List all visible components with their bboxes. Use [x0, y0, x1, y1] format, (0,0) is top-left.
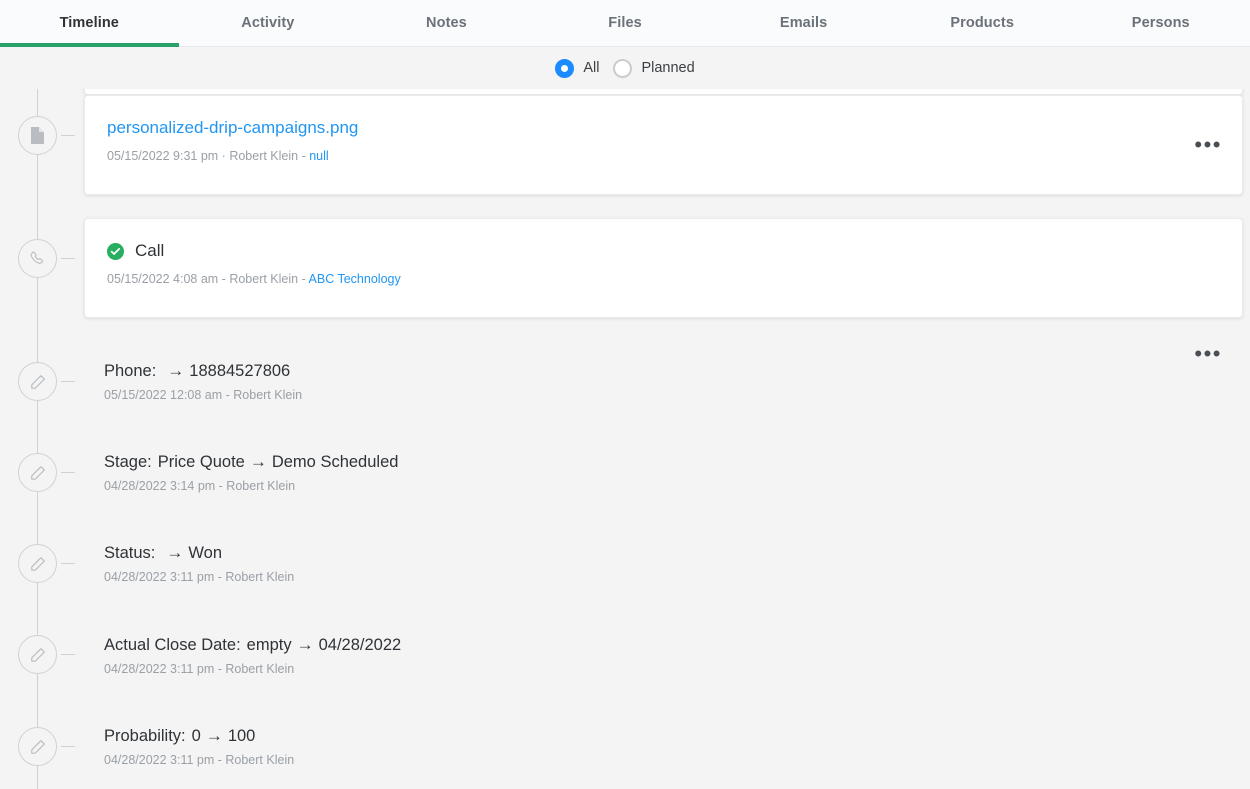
call-entry-link[interactable]: ABC Technology — [309, 272, 401, 286]
change-entry-probability[interactable]: Probability: 0 → 100 04/28/2022 3:11 pm - R… — [104, 726, 1243, 767]
file-entry-title[interactable]: personalized-drip-campaigns.png — [107, 118, 1218, 138]
change-from: Price Quote — [157, 453, 245, 471]
timeline-connector — [61, 472, 75, 473]
arrow-right-icon: → — [205, 726, 223, 745]
call-entry-user: Robert Klein — [229, 272, 299, 286]
change-to: 100 — [227, 727, 256, 745]
timeline-connector — [61, 563, 75, 564]
change-field: Actual Close Date: — [104, 636, 241, 654]
tab-persons[interactable]: Persons — [1071, 0, 1250, 46]
tab-label: Notes — [426, 15, 467, 31]
timeline-filter-bar: All Planned — [0, 47, 1250, 89]
change-meta: 04/28/2022 3:11 pm - Robert Klein — [104, 570, 295, 584]
change-meta: 05/15/2022 12:08 am - Robert Klein — [104, 388, 303, 402]
tab-label: Files — [608, 15, 642, 31]
change-meta: 04/28/2022 3:11 pm - Robert Klein — [104, 662, 295, 676]
phone-icon — [29, 250, 46, 267]
tab-label: Timeline — [59, 15, 119, 31]
change-to: Demo Scheduled — [271, 453, 399, 471]
arrow-right-icon: → — [166, 543, 184, 562]
change-to: 04/28/2022 — [318, 636, 402, 654]
timeline-connector — [61, 654, 75, 655]
change-from: empty — [246, 636, 292, 654]
radio-all[interactable] — [555, 58, 575, 78]
timeline-connector — [61, 258, 75, 259]
change-title: Status: → Won — [104, 543, 1243, 563]
change-title: Phone: → 18884527806 — [104, 361, 1243, 381]
tab-label: Products — [950, 15, 1014, 31]
meta-dash: - — [298, 272, 309, 286]
arrow-right-icon: → — [296, 635, 314, 654]
pencil-icon — [30, 465, 46, 481]
timeline-node-change-3 — [18, 635, 57, 674]
change-field: Probability: — [104, 727, 186, 745]
check-circle-icon — [107, 242, 124, 260]
timeline-rail — [37, 89, 38, 789]
change-entry-status[interactable]: Status: → Won 04/28/2022 3:11 pm - Robert … — [104, 543, 1243, 584]
meta-dash: - — [218, 272, 230, 286]
call-entry-title: Call — [135, 241, 165, 260]
call-entry-meta: 05/15/2022 4:08 am - Robert Klein - ABC … — [107, 272, 1218, 286]
timeline-connector — [61, 381, 75, 382]
tab-timeline[interactable]: Timeline — [0, 0, 179, 47]
change-title: Probability: 0 → 100 — [104, 726, 1243, 746]
change-entry-stage[interactable]: Stage: Price Quote → Demo Scheduled 04/28/2… — [104, 452, 1243, 493]
change-field: Phone: — [104, 362, 157, 380]
arrow-right-icon: → — [249, 452, 267, 471]
file-icon — [29, 126, 46, 145]
timeline-connector — [61, 746, 75, 747]
pencil-icon — [30, 647, 46, 663]
file-entry-card[interactable]: personalized-drip-campaigns.png 05/15/20… — [84, 95, 1243, 195]
filter-label-planned: Planned — [641, 60, 695, 76]
pencil-icon — [30, 374, 46, 390]
change-meta: 04/28/2022 3:14 pm - Robert Klein — [104, 479, 296, 493]
pencil-icon — [30, 556, 46, 572]
timeline-connector — [61, 135, 75, 136]
tab-activity[interactable]: Activity — [179, 0, 358, 46]
filter-label-all: All — [583, 60, 600, 76]
tab-products[interactable]: Products — [893, 0, 1072, 46]
file-entry-link[interactable]: null — [309, 149, 328, 163]
timeline-node-change-0 — [18, 362, 57, 401]
filter-option-all[interactable]: All — [555, 58, 600, 78]
arrow-right-icon: → — [167, 361, 185, 380]
change-entry-actual-close-date[interactable]: Actual Close Date: empty → 04/28/2022 04/28… — [104, 635, 1243, 676]
change-field: Stage: — [104, 453, 152, 471]
change-entry-phone[interactable]: Phone: → 18884527806 05/15/2022 12:08 am -… — [104, 361, 1243, 402]
change-title: Actual Close Date: empty → 04/28/2022 — [104, 635, 1243, 655]
tab-files[interactable]: Files — [536, 0, 715, 46]
radio-planned[interactable] — [613, 58, 633, 78]
timeline-node-change-4 — [18, 727, 57, 766]
timeline-node-file — [18, 116, 57, 155]
meta-dash: - — [298, 149, 310, 163]
change-field: Status: — [104, 544, 156, 562]
file-entry-date: 05/15/2022 9:31 pm — [107, 149, 219, 163]
file-entry-user: Robert Klein — [229, 149, 299, 163]
timeline-node-call — [18, 239, 57, 278]
change-meta: 04/28/2022 3:11 pm - Robert Klein — [104, 753, 295, 767]
file-entry-meta: 05/15/2022 9:31 pm · Robert Klein - null — [107, 149, 1218, 163]
meta-sep: · — [218, 149, 230, 163]
call-entry-date: 05/15/2022 4:08 am — [107, 272, 219, 286]
timeline-list: personalized-drip-campaigns.png 05/15/20… — [0, 89, 1250, 789]
tab-notes[interactable]: Notes — [357, 0, 536, 46]
tab-label: Emails — [779, 15, 828, 31]
file-entry-menu-button[interactable]: ••• — [1194, 134, 1222, 156]
filter-option-planned[interactable]: Planned — [613, 58, 695, 78]
change-to: Won — [188, 544, 223, 562]
call-entry-title-row: Call — [107, 241, 1218, 261]
change-title: Stage: Price Quote → Demo Scheduled — [104, 452, 1243, 472]
pencil-icon — [30, 739, 46, 755]
tab-emails[interactable]: Emails — [714, 0, 893, 46]
timeline-node-change-2 — [18, 544, 57, 583]
change-to: 18884527806 — [189, 362, 291, 380]
tab-bar: Timeline Activity Notes Files Emails Pro… — [0, 0, 1250, 47]
call-entry-card[interactable]: Call 05/15/2022 4:08 am - Robert Klein -… — [84, 218, 1243, 365]
change-from: 0 — [191, 727, 201, 745]
tab-label: Persons — [1131, 15, 1190, 31]
timeline-node-change-1 — [18, 453, 57, 492]
tab-label: Activity — [241, 15, 295, 31]
